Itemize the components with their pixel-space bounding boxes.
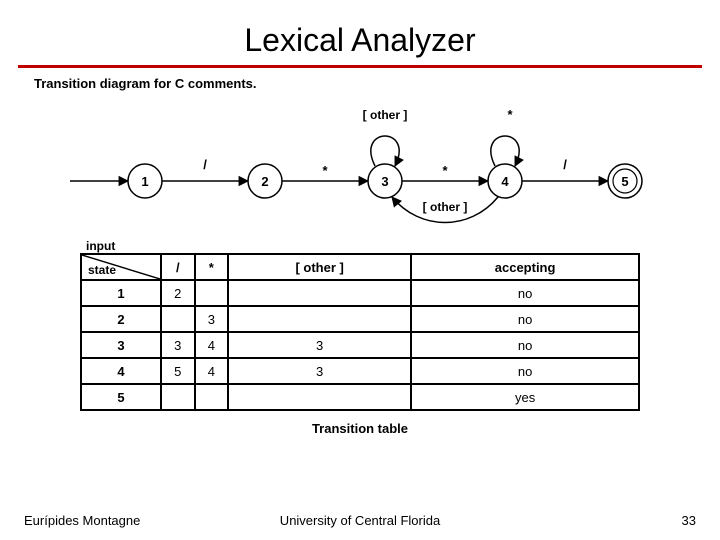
footer-author: Eurípides Montagne <box>24 513 140 528</box>
header-star: * <box>195 254 229 280</box>
edge-3-4-label: * <box>442 163 448 178</box>
value-cell: 3 <box>161 332 195 358</box>
state-cell: 3 <box>81 332 161 358</box>
state-cell: 5 <box>81 384 161 410</box>
value-cell <box>161 384 195 410</box>
table-header-row: state / * [ other ] accepting <box>81 254 639 280</box>
value-cell: 4 <box>195 358 229 384</box>
transition-table-wrap: input state / * [ other ] accepting 12no… <box>80 253 640 436</box>
value-cell: no <box>411 306 639 332</box>
state-cell: 1 <box>81 280 161 306</box>
edge-4-5-label: / <box>563 157 567 172</box>
value-cell: no <box>411 358 639 384</box>
value-cell <box>195 384 229 410</box>
loop-3-label: [ other ] <box>363 108 408 122</box>
value-cell: 3 <box>228 358 411 384</box>
table-row: 4543no <box>81 358 639 384</box>
value-cell: yes <box>411 384 639 410</box>
title-underline <box>18 65 702 68</box>
edge-1-2-label: / <box>203 157 207 172</box>
value-cell <box>228 384 411 410</box>
state-header-cell: state <box>81 254 161 280</box>
header-other: [ other ] <box>228 254 411 280</box>
value-cell: 3 <box>195 306 229 332</box>
value-cell <box>228 280 411 306</box>
state-5-label: 5 <box>621 174 628 189</box>
header-accepting: accepting <box>411 254 639 280</box>
header-slash: / <box>161 254 195 280</box>
value-cell: 2 <box>161 280 195 306</box>
state-1-label: 1 <box>141 174 148 189</box>
input-axis-label: input <box>86 239 115 253</box>
state-4-label: 4 <box>501 174 509 189</box>
table-caption: Transition table <box>80 421 640 436</box>
value-cell <box>228 306 411 332</box>
state-diagram-svg: 1 2 3 4 5 / * * / [ other ] * [ other ] <box>20 91 700 241</box>
slide-subtitle: Transition diagram for C comments. <box>34 76 720 91</box>
transition-table: state / * [ other ] accepting 12no23no33… <box>80 253 640 411</box>
transition-diagram: 1 2 3 4 5 / * * / [ other ] * [ other ] <box>20 91 700 241</box>
value-cell: no <box>411 332 639 358</box>
value-cell <box>195 280 229 306</box>
state-cell: 4 <box>81 358 161 384</box>
table-row: 3343no <box>81 332 639 358</box>
footer-page-number: 33 <box>682 513 696 528</box>
edge-4-3-label: [ other ] <box>423 200 468 214</box>
value-cell <box>161 306 195 332</box>
state-3-label: 3 <box>381 174 388 189</box>
footer-university: University of Central Florida <box>280 513 440 528</box>
value-cell: 3 <box>228 332 411 358</box>
state-2-label: 2 <box>261 174 268 189</box>
value-cell: 4 <box>195 332 229 358</box>
slide-footer: Eurípides Montagne University of Central… <box>0 513 720 528</box>
state-cell: 2 <box>81 306 161 332</box>
table-row: 5 yes <box>81 384 639 410</box>
loop-4-label: * <box>507 107 513 122</box>
value-cell: 5 <box>161 358 195 384</box>
slide-title: Lexical Analyzer <box>0 0 720 65</box>
value-cell: no <box>411 280 639 306</box>
table-row: 12 no <box>81 280 639 306</box>
edge-2-3-label: * <box>322 163 328 178</box>
table-row: 2 3 no <box>81 306 639 332</box>
